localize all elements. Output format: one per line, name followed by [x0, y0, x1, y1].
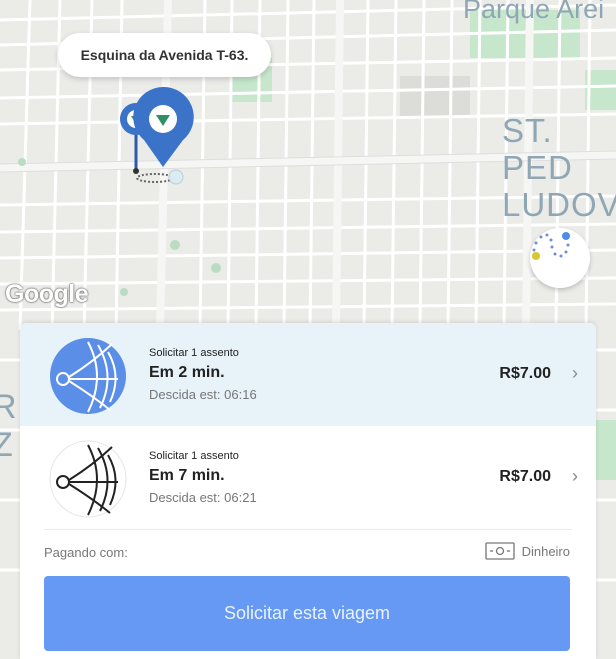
map-place-label-line: Z	[0, 426, 13, 464]
google-logo: Google	[5, 280, 89, 308]
ride-option-fast[interactable]: Solicitar 1 assento Em 2 min. Descida es…	[20, 323, 596, 426]
location-pin-icon	[119, 86, 194, 185]
payment-method[interactable]: Dinheiro	[484, 542, 570, 560]
request-seat-label: Solicitar 1 assento	[149, 347, 239, 359]
dropoff-estimate: Descida est: 06:21	[149, 490, 257, 505]
route-toggle-button[interactable]	[530, 228, 590, 288]
route-dots-icon	[532, 232, 570, 260]
eta-label: Em 7 min.	[149, 467, 225, 484]
divider	[44, 529, 572, 530]
map-place-label: ST. PED LUDOV	[502, 112, 616, 223]
pickup-callout[interactable]: Esquina da Avenida T-63.	[58, 33, 271, 77]
request-seat-label: Solicitar 1 assento	[149, 450, 239, 462]
request-ride-button[interactable]: Solicitar esta viagem	[44, 576, 570, 651]
payment-label: Pagando com:	[44, 545, 128, 560]
eta-label: Em 2 min.	[149, 364, 225, 381]
map-place-label: R Z	[0, 388, 17, 464]
chevron-right-icon: ›	[572, 466, 578, 486]
cash-icon	[484, 542, 515, 560]
transit-line-icon	[48, 336, 128, 416]
map-place-label-line: ST. PED	[502, 112, 573, 186]
price-label: R$7.00	[499, 468, 551, 485]
price-label: R$7.00	[499, 365, 551, 382]
ride-options-sheet: Solicitar 1 assento Em 2 min. Descida es…	[20, 323, 596, 659]
map-place-label: Parque Arei	[463, 0, 605, 24]
dropoff-estimate: Descida est: 06:16	[149, 387, 257, 402]
payment-method-label: Dinheiro	[521, 543, 570, 559]
map-place-label-line: LUDOV	[502, 186, 616, 223]
map-place-label-line: R	[0, 388, 17, 426]
transit-line-icon	[48, 439, 128, 519]
ride-option-slow[interactable]: Solicitar 1 assento Em 7 min. Descida es…	[20, 426, 596, 529]
chevron-right-icon: ›	[572, 363, 578, 383]
